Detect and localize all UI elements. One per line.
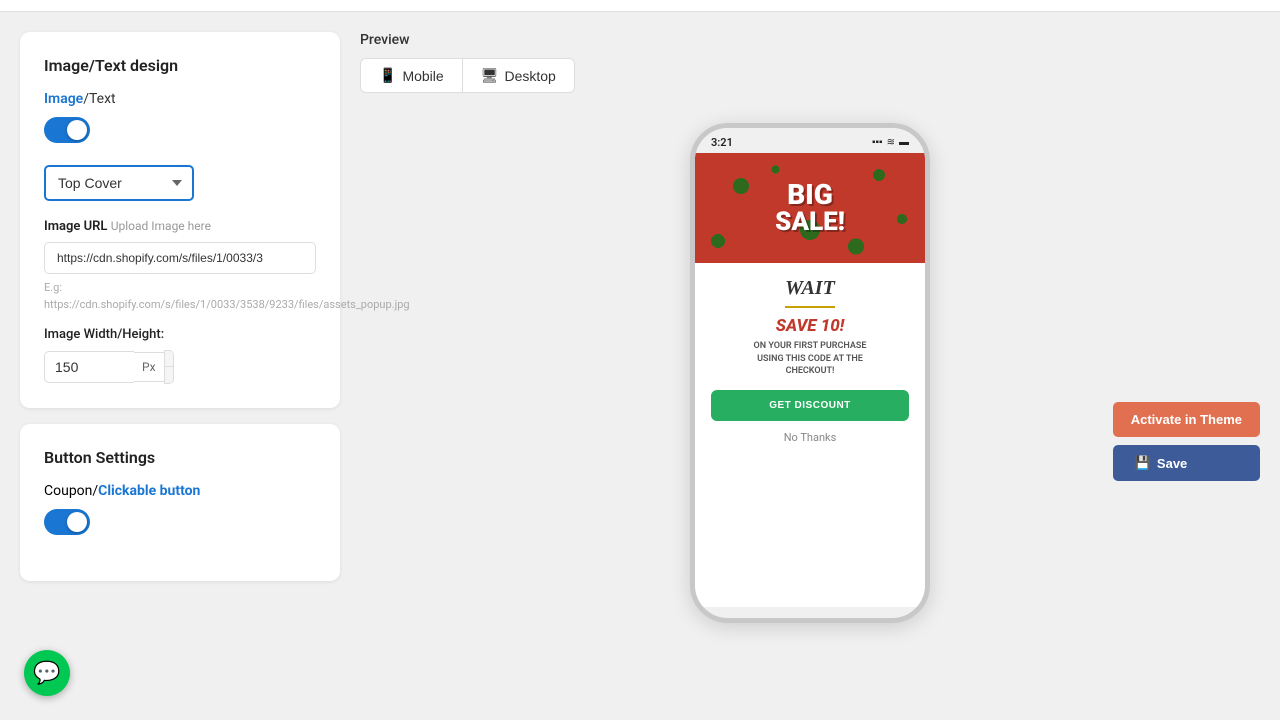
stepper-up-button[interactable]: ▲ [165,351,174,367]
image-text-design-card: Image/Text design Image/Text Top Cover L… [20,32,340,408]
image-url-label: Image URL Upload Image here [44,219,316,234]
px-label: Px [134,352,164,382]
stepper-buttons: ▲ ▼ [164,350,174,384]
no-thanks-text[interactable]: No Thanks [784,431,837,444]
width-input[interactable] [44,351,134,383]
preview-tabs: 📱 Mobile 🖥 Desktop [360,58,575,93]
stepper-down-button[interactable]: ▼ [165,367,174,383]
wait-text: WAIT [785,277,835,300]
card-title-button-settings: Button Settings [44,448,316,467]
coupon-toggle-thumb [67,512,87,532]
mobile-icon: 📱 [379,67,396,84]
toggle-thumb [67,120,87,140]
main-container: Image/Text design Image/Text Top Cover L… [0,12,1280,712]
coupon-toggle-container [44,509,316,539]
top-cover-dropdown[interactable]: Top Cover Left Right Bottom [44,165,194,201]
gold-divider [785,306,835,308]
tab-desktop-label: Desktop [504,68,555,84]
tab-mobile-label: Mobile [402,68,443,84]
button-settings-card: Button Settings Coupon/Clickable button [20,424,340,581]
left-panel: Image/Text design Image/Text Top Cover L… [20,32,340,692]
upload-image-text: Upload Image here [111,219,211,233]
phone-mockup-wrapper: 3:21 ▪▪▪ ≋ ▬ BIG SALE! [360,113,1260,623]
save-button-label: Save [1157,456,1187,471]
signal-icon: ▪▪▪ [872,137,883,148]
tab-mobile[interactable]: 📱 Mobile [361,59,463,92]
phone-content: BIG SALE! WAIT SAVE 10! ON YOUR FIRST PU… [695,153,925,607]
promo-text: ON YOUR FIRST PURCHASE USING THIS CODE A… [754,340,867,378]
phone-status-icons: ▪▪▪ ≋ ▬ [872,137,909,148]
save-icon: 💾 [1135,455,1151,471]
get-discount-button[interactable]: GET DISCOUNT [711,390,909,421]
phone-mockup: 3:21 ▪▪▪ ≋ ▬ BIG SALE! [690,123,930,623]
sale-text-overlay: BIG SALE! [775,181,845,235]
popup-content: WAIT SAVE 10! ON YOUR FIRST PURCHASE USI… [695,263,925,607]
wifi-icon: ≋ [887,137,895,148]
chat-bubble[interactable]: 💬 [24,650,70,696]
desktop-icon: 🖥 [481,67,499,84]
sale-word: SALE! [775,209,845,235]
save-button[interactable]: 💾 Save [1113,445,1260,481]
width-height-label: Image Width/Height: [44,327,316,342]
coupon-toggle[interactable] [44,509,90,535]
top-cover-dropdown-container: Top Cover Left Right Bottom [44,165,316,201]
image-text-toggle[interactable] [44,117,90,143]
coupon-label: Coupon/Clickable button [44,483,316,499]
image-url-input[interactable] [44,242,316,274]
image-text-toggle-label: Image/Text [44,91,316,107]
top-bar [0,0,1280,12]
tab-desktop[interactable]: 🖥 Desktop [463,59,574,92]
card-title-image-text: Image/Text design [44,56,316,75]
clickable-button-label: Clickable button [98,483,200,499]
toggle-label-blue: Image [44,91,83,107]
chat-icon: 💬 [33,661,60,686]
width-height-input-container: Px ▲ ▼ [44,350,174,384]
preview-title: Preview [360,32,1260,48]
sale-image-area: BIG SALE! [695,153,925,263]
phone-status-bar: 3:21 ▪▪▪ ≋ ▬ [695,128,925,153]
save-text: SAVE 10! [776,316,845,336]
activate-in-theme-button[interactable]: Activate in Theme [1113,402,1260,437]
action-buttons: Activate in Theme 💾 Save [1113,402,1260,481]
image-text-toggle-container [44,117,316,147]
example-text: E.g: https://cdn.shopify.com/s/files/1/0… [44,280,316,313]
right-panel: Preview 📱 Mobile 🖥 Desktop 3:21 ▪▪▪ ≋ ▬ [360,32,1260,692]
big-text: BIG [775,181,845,209]
phone-time: 3:21 [711,136,733,149]
battery-icon: ▬ [899,137,909,148]
toggle-label-normal: /Text [83,91,115,107]
